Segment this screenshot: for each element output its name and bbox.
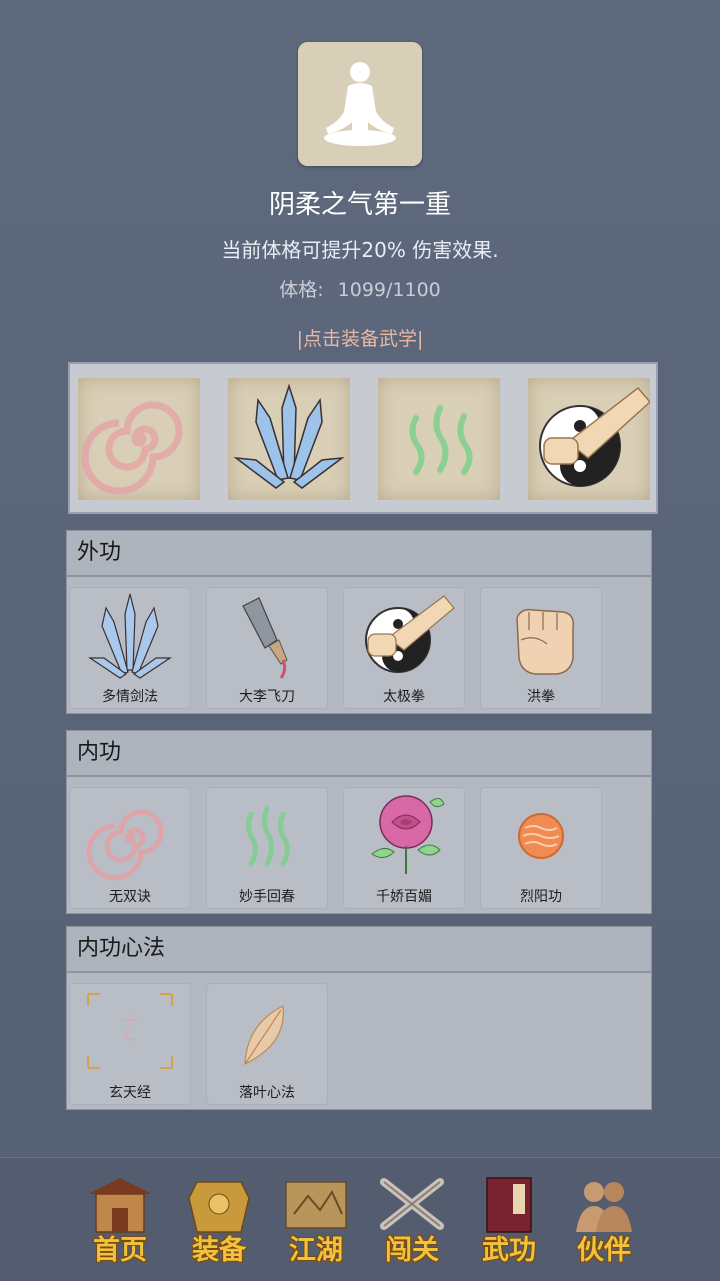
skill-name: 落叶心法 bbox=[239, 1085, 295, 1101]
skill-name: 千娇百媚 bbox=[376, 889, 432, 905]
stat-label: 体格: bbox=[279, 279, 324, 301]
sword-blades-icon bbox=[233, 383, 345, 489]
equipped-slot-4[interactable] bbox=[528, 378, 652, 500]
skill-name: 洪拳 bbox=[527, 689, 555, 705]
skill-card[interactable]: 千娇百媚 bbox=[344, 788, 464, 908]
armor-icon bbox=[188, 1181, 250, 1233]
section-title: 内功心法 bbox=[67, 927, 651, 973]
skill-card[interactable]: 大李飞刀 bbox=[207, 588, 327, 708]
skill-card[interactable]: 太极拳 bbox=[344, 588, 464, 708]
spiral-icon bbox=[86, 809, 164, 881]
section-title: 内功 bbox=[67, 731, 651, 777]
green-waves-icon bbox=[409, 405, 473, 475]
nav-home[interactable]: 首页 bbox=[78, 1170, 162, 1272]
sun-icon bbox=[518, 813, 564, 859]
equipped-slot-3[interactable] bbox=[378, 378, 500, 500]
stat-line: 体格: 1099/1100 bbox=[0, 275, 720, 302]
equipped-slot-1[interactable] bbox=[78, 378, 200, 500]
skill-card[interactable]: 洪拳 bbox=[481, 588, 601, 708]
skill-name: 多情剑法 bbox=[102, 689, 158, 705]
section-internal-methods: 内功心法 玄天经 落叶心法 bbox=[66, 926, 652, 1110]
skill-card[interactable]: 无双诀 bbox=[70, 788, 190, 908]
section-title: 外功 bbox=[67, 531, 651, 577]
nav-label: 伙伴 bbox=[577, 1235, 631, 1266]
skill-card[interactable]: 落叶心法 bbox=[207, 984, 327, 1104]
meditation-avatar-icon bbox=[298, 42, 422, 166]
skill-name: 无双诀 bbox=[109, 889, 151, 905]
stat-value: 1099/1100 bbox=[337, 279, 441, 301]
bottom-nav: 首页 装备 江湖 闯关 武功 伙伴 bbox=[0, 1157, 720, 1281]
taiji-fist-icon bbox=[539, 386, 652, 487]
nav-label: 闯关 bbox=[385, 1235, 439, 1266]
equipped-slot-2[interactable] bbox=[228, 378, 350, 500]
nav-label: 首页 bbox=[93, 1235, 147, 1266]
rose-icon bbox=[371, 795, 445, 874]
partners-icon bbox=[576, 1182, 632, 1232]
skill-description: 当前体格可提升20% 伤害效果. bbox=[221, 238, 499, 262]
skill-card[interactable]: 妙手回春 bbox=[207, 788, 327, 908]
section-internal: 内功 无双诀 妙手回春 千娇百媚 烈阳功 bbox=[66, 730, 652, 914]
taiji-fist-icon bbox=[365, 595, 455, 673]
skill-card[interactable]: 烈阳功 bbox=[481, 788, 601, 908]
skill-card[interactable]: 多情剑法 bbox=[70, 588, 190, 708]
equip-hint-link[interactable]: |点击装备武学| bbox=[0, 324, 720, 351]
nav-jianghu[interactable]: 江湖 bbox=[274, 1170, 358, 1272]
cleaver-icon bbox=[242, 597, 288, 679]
sword-blades-icon bbox=[88, 593, 172, 679]
skill-name: 大李飞刀 bbox=[239, 689, 295, 705]
map-icon bbox=[285, 1181, 347, 1229]
skill-name: 玄天经 bbox=[109, 1085, 151, 1101]
nav-label: 江湖 bbox=[289, 1235, 343, 1266]
equipped-skills-panel bbox=[68, 362, 658, 514]
nav-label: 武功 bbox=[482, 1235, 536, 1266]
green-waves-icon bbox=[245, 805, 291, 867]
skill-card[interactable]: 玄天经 bbox=[70, 984, 190, 1104]
fist-icon bbox=[516, 608, 575, 675]
nav-martial-arts[interactable]: 武功 bbox=[467, 1170, 551, 1272]
skill-name: 太极拳 bbox=[383, 689, 425, 705]
scroll-glyph-icon bbox=[87, 993, 173, 1069]
skill-name: 烈阳功 bbox=[520, 889, 562, 905]
nav-equipment[interactable]: 装备 bbox=[177, 1170, 261, 1272]
skill-name: 妙手回春 bbox=[239, 889, 295, 905]
swords-icon bbox=[380, 1178, 444, 1230]
book-icon bbox=[486, 1177, 532, 1233]
nav-challenge[interactable]: 闯关 bbox=[370, 1170, 454, 1272]
page-title: 阴柔之气第一重 bbox=[268, 190, 451, 220]
house-icon bbox=[88, 1178, 152, 1233]
nav-partners[interactable]: 伙伴 bbox=[562, 1170, 646, 1272]
section-external: 外功 多情剑法 大李飞刀 太极拳 洪拳 bbox=[66, 530, 652, 714]
nav-label: 装备 bbox=[192, 1235, 246, 1266]
leaf-icon bbox=[244, 1005, 284, 1065]
spiral-icon bbox=[81, 401, 183, 495]
